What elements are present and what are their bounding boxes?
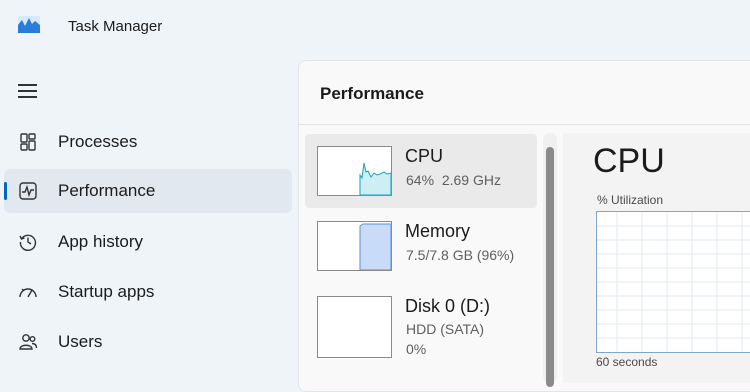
time-range-label: 60 seconds <box>596 355 658 369</box>
sidebar-item-startup-apps[interactable]: Startup apps <box>4 270 292 314</box>
disk-mini-graph <box>317 296 392 358</box>
speedometer-icon <box>18 282 38 302</box>
cpu-mini-graph <box>317 146 392 196</box>
task-manager-app-icon <box>18 16 40 33</box>
hamburger-menu-icon[interactable] <box>18 82 38 98</box>
sidebar-item-label: App history <box>58 232 144 251</box>
cpu-usage-value: 64% <box>406 172 435 188</box>
header-divider <box>299 124 750 125</box>
sidebar-item-processes[interactable]: Processes <box>4 120 292 164</box>
card-title: CPU <box>405 146 444 166</box>
page-title: Performance <box>320 84 424 103</box>
sidebar-item-label: Performance <box>58 181 156 200</box>
card-subtitle: HDD (SATA) <box>406 321 485 337</box>
card-title: Memory <box>405 221 471 241</box>
card-subtitle: 7.5/7.8 GB (96%) <box>406 247 515 263</box>
cards-scrollbar[interactable] <box>543 133 557 387</box>
sidebar-item-performance[interactable]: Performance <box>4 169 292 213</box>
window-title: Task Manager <box>68 18 163 35</box>
processes-icon <box>18 132 38 152</box>
sidebar-item-label: Users <box>58 332 103 351</box>
perf-card-cpu[interactable]: CPU 64% 2.69 GHz <box>305 134 537 208</box>
sidebar-item-label: Processes <box>58 132 138 151</box>
detail-title: CPU <box>593 142 665 180</box>
card-subtitle: 0% <box>406 341 427 357</box>
sidebar-item-app-history[interactable]: App history <box>4 220 292 264</box>
performance-icon <box>18 181 38 201</box>
utilization-label: % Utilization <box>597 193 664 207</box>
perf-card-disk[interactable]: Disk 0 (D:) HDD (SATA) 0% <box>305 284 537 358</box>
scrollbar-thumb[interactable] <box>546 147 554 387</box>
card-title: Disk 0 (D:) <box>405 296 490 316</box>
utilization-graph <box>596 211 750 353</box>
sidebar-item-users[interactable]: Users <box>4 320 292 364</box>
history-icon <box>18 232 38 252</box>
memory-mini-graph <box>317 221 392 271</box>
users-icon <box>18 332 38 352</box>
active-indicator <box>4 182 7 200</box>
perf-card-memory[interactable]: Memory 7.5/7.8 GB (96%) <box>305 209 537 283</box>
cpu-speed-value: 2.69 GHz <box>441 172 501 188</box>
sidebar-item-label: Startup apps <box>58 282 155 301</box>
card-subtitle: 64% 2.69 GHz <box>406 172 501 188</box>
